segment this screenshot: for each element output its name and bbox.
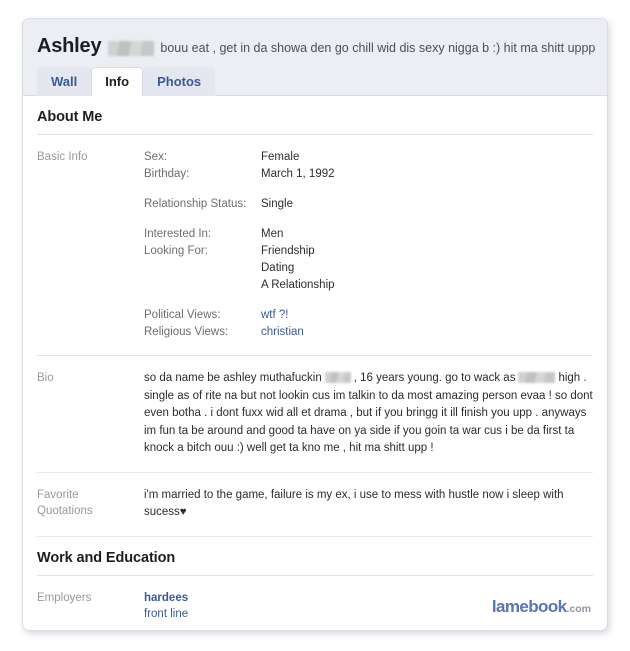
profile-tabs: Wall Info Photos [37,67,216,96]
field-interested-in: Interested In: Men [144,226,593,243]
field-key-sex: Sex: [144,151,168,163]
redacted-last-name-block [108,41,155,57]
field-key-religious-views: Religious Views: [144,326,229,338]
section-title-work-and-education: Work and Education [37,537,593,576]
field-spacer-2 [144,213,593,226]
field-spacer-1 [144,183,593,196]
profile-name: Ashley [37,36,102,57]
row-bio: Bio so da name be ashley muthafuckin , 16… [37,356,593,473]
link-employer-company[interactable]: hardees [144,592,188,604]
field-looking-for: Looking For: Friendship [144,243,593,260]
watermark-tld: .com [566,603,591,615]
field-value-relationship-status: Single [261,198,293,210]
field-looking-for-2: Dating [144,260,593,277]
row-label-basic-info: Basic Info [37,151,88,163]
basic-info-fields: Sex: Female Birthday: March 1, 1992 Rela… [144,149,593,341]
favorite-quotations-text: i'm married to the game, failure is my e… [144,488,564,519]
field-value-looking-for-3: A Relationship [261,279,335,291]
field-key-blank-1 [144,260,261,277]
row-label-employers: Employers [37,591,92,604]
row-value-favorite-quotations: i'm married to the game, failure is my e… [144,487,593,522]
row-label-bio: Bio [37,372,54,384]
heart-icon: ♥ [179,506,187,518]
watermark-name: lamebook [491,597,567,616]
field-key-political-views: Political Views: [144,309,221,321]
field-relationship-status: Relationship Status: Single [144,196,593,213]
field-religious-views: Religious Views: christian [144,324,593,341]
tab-info[interactable]: Info [91,67,144,96]
field-value-interested-in: Men [261,228,284,240]
link-employer-position[interactable]: front line [144,608,188,620]
tab-photos[interactable]: Photos [143,67,216,96]
field-key-birthday: Birthday: [144,168,190,180]
bio-text-part-1: so da name be ashley muthafuckin [144,372,322,384]
field-value-religious-views: christian [261,324,593,341]
row-label-favorite-quotations: Favorite Quotations [37,487,144,522]
link-political-views[interactable]: wtf ?! [261,309,288,321]
row-favorite-quotations: Favorite Quotations i'm married to the g… [37,473,593,537]
lamebook-watermark: lamebook.com [492,597,591,617]
status-text: bouu eat , get in da showa den go chill … [160,41,599,55]
tab-photos-label: Photos [157,74,202,89]
field-birthday: Birthday: March 1, 1992 [144,166,593,183]
profile-header: Ashley bouu eat , get in da showa den go … [23,19,607,96]
tab-wall-label: Wall [51,74,78,89]
field-looking-for-3: A Relationship [144,277,593,294]
bio-text-part-2: , 16 years young. go to wack as [353,372,516,384]
field-value-sex: Female [261,151,300,163]
status-line: Ashley bouu eat , get in da showa den go … [37,36,599,58]
field-value-political-views: wtf ?! [261,307,593,324]
bio-text-part-3: high . single as of rite na but not look… [144,372,593,454]
field-value-birthday: March 1, 1992 [261,168,335,180]
field-key-blank-2 [144,277,261,294]
tab-wall[interactable]: Wall [37,67,92,96]
field-value-looking-for-1: Friendship [261,245,315,257]
redacted-bio-block-1 [324,372,351,384]
row-label-favorite-quotations-line-1: Favorite [37,488,79,501]
field-value-looking-for-2: Dating [261,262,295,274]
row-basic-info: Basic Info Sex: Female Birthday: March 1… [37,135,593,356]
profile-card: Ashley bouu eat , get in da showa den go … [22,18,608,631]
redacted-bio-block-2 [518,372,556,384]
field-key-relationship-status: Relationship Status: [144,198,247,210]
field-political-views: Political Views: wtf ?! [144,307,593,324]
row-value-basic-info: Sex: Female Birthday: March 1, 1992 Rela… [144,149,593,341]
field-key-looking-for: Looking For: [144,245,208,257]
row-value-bio: so da name be ashley muthafuckin , 16 yea… [144,370,593,458]
profile-body: About Me Basic Info Sex: Female Birthday… [23,96,607,630]
tab-info-label: Info [105,74,130,89]
row-label-favorite-quotations-line-2: Quotations [37,504,93,517]
link-religious-views[interactable]: christian [261,326,304,338]
section-title-about-me: About Me [37,96,593,135]
field-sex: Sex: Female [144,149,593,166]
field-key-interested-in: Interested In: [144,228,212,240]
field-spacer-3 [144,294,593,307]
